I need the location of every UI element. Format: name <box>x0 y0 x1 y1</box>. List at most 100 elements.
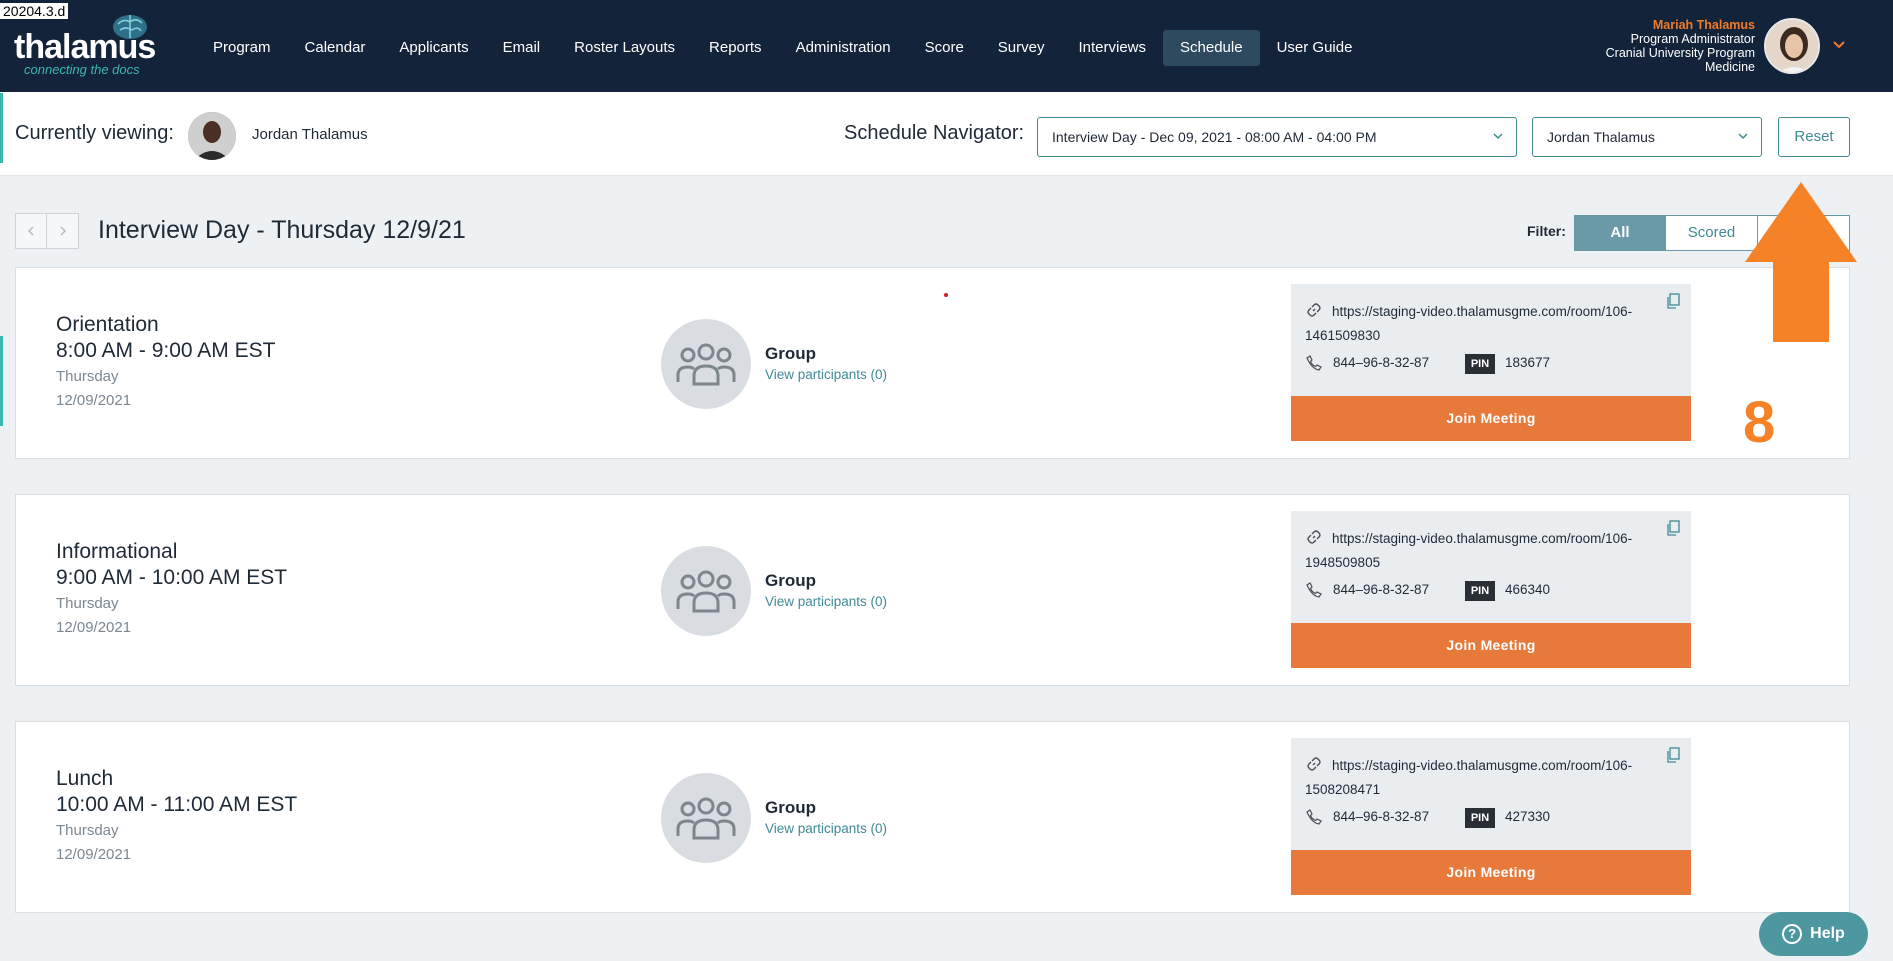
chevron-left-icon <box>27 226 34 236</box>
group-icon <box>661 319 751 409</box>
reset-button[interactable]: Reset <box>1778 117 1850 157</box>
user-avatar-image <box>1766 20 1818 72</box>
interview-day-select-value: Interview Day - Dec 09, 2021 - 08:00 AM … <box>1052 129 1377 145</box>
previous-day-button[interactable] <box>15 213 47 249</box>
event-day: Thursday <box>56 595 119 612</box>
meeting-url: https://staging-video.thalamusgme.com/ro… <box>1305 304 1633 343</box>
question-icon: ? <box>1782 924 1803 944</box>
phone-icon <box>1306 582 1322 598</box>
meeting-pin: 183677 <box>1505 355 1551 370</box>
meeting-pin: 427330 <box>1505 809 1551 824</box>
event-title: Orientation <box>56 313 159 336</box>
person-select-value: Jordan Thalamus <box>1547 129 1655 145</box>
meeting-phone: 844–96-8-32-87 <box>1333 809 1430 824</box>
main-nav-menu: Program Calendar Applicants Email Roster… <box>196 30 1369 66</box>
group-label: Group <box>765 798 816 817</box>
meeting-info-panel: https://staging-video.thalamusgme.com/ro… <box>1291 511 1691 668</box>
join-meeting-button[interactable]: Join Meeting <box>1291 623 1691 668</box>
help-label: Help <box>1810 925 1845 942</box>
nav-item-survey[interactable]: Survey <box>981 30 1062 66</box>
user-org-dept: Medicine <box>1704 60 1755 74</box>
event-time: 9:00 AM - 10:00 AM EST <box>56 566 288 589</box>
meeting-info-panel: https://staging-video.thalamusgme.com/ro… <box>1291 284 1691 441</box>
viewed-user-avatar-image <box>188 112 236 160</box>
nav-item-user-guide[interactable]: User Guide <box>1260 30 1370 66</box>
event-title: Informational <box>56 540 178 563</box>
viewed-user-name: Jordan Thalamus <box>252 126 368 143</box>
nav-item-applicants[interactable]: Applicants <box>382 30 485 66</box>
next-day-button[interactable] <box>47 213 79 249</box>
phone-icon <box>1306 355 1322 371</box>
nav-item-email[interactable]: Email <box>486 30 558 66</box>
event-title: Lunch <box>56 767 114 790</box>
copy-icon[interactable] <box>1666 293 1680 309</box>
meeting-info-panel: https://staging-video.thalamusgme.com/ro… <box>1291 738 1691 895</box>
user-org: Cranial University Program <box>1605 46 1755 60</box>
view-participants-link[interactable]: View participants (0) <box>765 821 887 836</box>
chevron-down-icon[interactable] <box>1832 38 1846 52</box>
user-avatar[interactable] <box>1764 18 1820 74</box>
brand-tagline: connecting the docs <box>24 62 140 77</box>
left-accent-bar <box>0 93 3 163</box>
event-card: Lunch 10:00 AM - 11:00 AM EST Thursday 1… <box>15 721 1850 913</box>
thalamus-logo[interactable]: thalamus connecting the docs <box>14 12 164 77</box>
nav-item-program[interactable]: Program <box>196 30 288 66</box>
nav-item-score[interactable]: Score <box>908 30 981 66</box>
nav-item-schedule[interactable]: Schedule <box>1163 30 1260 66</box>
version-tag: 20204.3.d <box>0 3 69 19</box>
meeting-url: https://staging-video.thalamusgme.com/ro… <box>1305 531 1633 570</box>
event-date: 12/09/2021 <box>56 619 132 636</box>
nav-item-roster-layouts[interactable]: Roster Layouts <box>557 30 692 66</box>
group-label: Group <box>765 344 816 363</box>
annotation-arrow-up-icon <box>1745 182 1857 342</box>
user-name: Mariah Thalamus <box>1652 18 1755 32</box>
chevron-right-icon <box>59 226 66 236</box>
join-meeting-button[interactable]: Join Meeting <box>1291 396 1691 441</box>
nav-item-calendar[interactable]: Calendar <box>288 30 383 66</box>
day-pager <box>15 213 79 249</box>
schedule-navigator-label: Schedule Navigator: <box>844 122 1025 144</box>
interview-day-select[interactable]: Interview Day - Dec 09, 2021 - 08:00 AM … <box>1037 117 1517 157</box>
viewed-user-avatar <box>188 112 236 160</box>
event-date: 12/09/2021 <box>56 392 132 409</box>
event-day: Thursday <box>56 822 119 839</box>
event-time: 8:00 AM - 9:00 AM EST <box>56 339 276 362</box>
event-day: Thursday <box>56 368 119 385</box>
meeting-url: https://staging-video.thalamusgme.com/ro… <box>1305 758 1633 797</box>
user-role: Program Administrator <box>1630 32 1755 46</box>
nav-item-interviews[interactable]: Interviews <box>1061 30 1163 66</box>
group-icon <box>661 773 751 863</box>
person-select[interactable]: Jordan Thalamus <box>1532 117 1762 157</box>
left-accent-bar <box>0 336 3 426</box>
meeting-pin: 466340 <box>1505 582 1551 597</box>
nav-item-reports[interactable]: Reports <box>692 30 779 66</box>
filter-label: Filter: <box>1527 223 1566 239</box>
chevron-down-icon <box>1738 133 1748 140</box>
join-meeting-button[interactable]: Join Meeting <box>1291 850 1691 895</box>
event-time: 10:00 AM - 11:00 AM EST <box>56 793 298 816</box>
copy-icon[interactable] <box>1666 520 1680 536</box>
schedule-day-title: Interview Day - Thursday 12/9/21 <box>98 216 466 244</box>
pin-badge: PIN <box>1465 354 1495 374</box>
viewing-bar: Currently viewing: Jordan Thalamus Sched… <box>0 92 1893 176</box>
help-button[interactable]: ? Help <box>1759 912 1868 956</box>
event-date: 12/09/2021 <box>56 846 132 863</box>
phone-icon <box>1306 809 1322 825</box>
group-label: Group <box>765 571 816 590</box>
view-participants-link[interactable]: View participants (0) <box>765 594 887 609</box>
view-participants-link[interactable]: View participants (0) <box>765 367 887 382</box>
filter-all-button[interactable]: All <box>1574 215 1666 251</box>
event-card: Informational 9:00 AM - 10:00 AM EST Thu… <box>15 494 1850 686</box>
nav-item-administration[interactable]: Administration <box>779 30 908 66</box>
group-icon <box>661 546 751 636</box>
user-info: Mariah Thalamus Program Administrator Cr… <box>1606 18 1755 74</box>
pin-badge: PIN <box>1465 808 1495 828</box>
pin-badge: PIN <box>1465 581 1495 601</box>
stray-dot <box>944 293 948 297</box>
currently-viewing-label: Currently viewing: <box>15 122 174 144</box>
top-navigation-bar: thalamus connecting the docs Program Cal… <box>0 0 1893 92</box>
event-card: Orientation 8:00 AM - 9:00 AM EST Thursd… <box>15 267 1850 459</box>
copy-icon[interactable] <box>1666 747 1680 763</box>
meeting-phone: 844–96-8-32-87 <box>1333 355 1430 370</box>
annotation-step-number: 8 <box>1743 390 1776 455</box>
